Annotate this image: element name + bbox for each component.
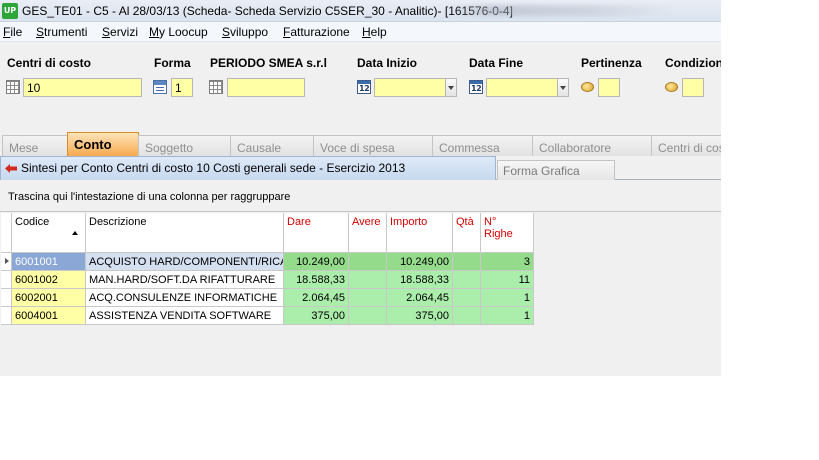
- menu-help[interactable]: Help: [362, 25, 387, 39]
- cell-righe[interactable]: 3: [481, 253, 534, 271]
- cell-dare[interactable]: 10.249,00: [284, 253, 349, 271]
- cell-descrizione[interactable]: MAN.HARD/SOFT.DA RIFATTURARE: [86, 271, 284, 289]
- cell-importo[interactable]: 2.064,45: [387, 289, 453, 307]
- group-by-panel[interactable]: Trascina qui l'intestazione di una colon…: [0, 181, 721, 211]
- row-selector[interactable]: [1, 307, 12, 325]
- subtab-sintesi[interactable]: Sintesi per Conto Centri di costo 10 Cos…: [0, 156, 496, 180]
- cell-dare[interactable]: 375,00: [284, 307, 349, 325]
- condizioni-field[interactable]: [682, 78, 704, 97]
- column-header-codice[interactable]: Codice: [12, 213, 86, 253]
- cell-codice[interactable]: 6002001: [12, 289, 86, 307]
- menu-file[interactable]: File: [3, 25, 22, 39]
- sort-ascending-icon: [72, 231, 78, 235]
- tab-collaboratore[interactable]: Collaboratore: [532, 135, 652, 156]
- data-inizio-field[interactable]: [374, 78, 446, 97]
- form-icon[interactable]: [153, 80, 167, 94]
- application-window: UP GES_TE01 - C5 - Al 28/03/13 (Scheda- …: [0, 0, 721, 376]
- subtab-forma-grafica[interactable]: Forma Grafica: [497, 160, 615, 180]
- cell-righe[interactable]: 11: [481, 271, 534, 289]
- calendar-icon[interactable]: 12: [357, 80, 371, 94]
- data-inizio-label: Data Inizio: [357, 56, 418, 70]
- cell-qta[interactable]: [453, 253, 481, 271]
- forma-label: Forma: [154, 56, 191, 70]
- pertinenza-field[interactable]: [598, 78, 620, 97]
- cell-dare[interactable]: 2.064,45: [284, 289, 349, 307]
- cell-dare[interactable]: 18.588,33: [284, 271, 349, 289]
- column-header-righe-line2: Righe: [484, 228, 513, 240]
- tab-conto[interactable]: Conto: [67, 132, 139, 156]
- centri-di-costo-field[interactable]: 10: [23, 78, 142, 97]
- calendar-day-text: 12: [471, 84, 482, 93]
- menu-strumenti[interactable]: Strumenti: [36, 25, 87, 39]
- menu-bar: File Strumenti Servizi My Loocup Svilupp…: [0, 22, 721, 42]
- cell-codice[interactable]: 6001002: [12, 271, 86, 289]
- title-bar: UP GES_TE01 - C5 - Al 28/03/13 (Scheda- …: [0, 0, 721, 22]
- window-title: GES_TE01 - C5 - Al 28/03/13 (Scheda- Sch…: [22, 4, 513, 18]
- app-icon: UP: [2, 3, 18, 19]
- current-row-indicator-icon: [5, 258, 9, 264]
- periodo-label: PERIODO SMEA s.r.l: [210, 56, 327, 70]
- cell-qta[interactable]: [453, 271, 481, 289]
- column-header-descrizione[interactable]: Descrizione: [86, 213, 284, 253]
- data-fine-field[interactable]: [486, 78, 558, 97]
- red-arrow-icon: [5, 164, 17, 173]
- tab-causale[interactable]: Causale: [230, 135, 314, 156]
- tab-soggetto[interactable]: Soggetto: [138, 135, 231, 156]
- cell-importo[interactable]: 375,00: [387, 307, 453, 325]
- condizioni-label: Condizioni: [665, 56, 721, 70]
- cell-qta[interactable]: [453, 307, 481, 325]
- row-selector[interactable]: [1, 289, 12, 307]
- row-selector-header: [1, 213, 12, 253]
- blurred-title-segment: [445, 5, 675, 16]
- coin-icon[interactable]: [581, 82, 594, 92]
- cell-qta[interactable]: [453, 289, 481, 307]
- subtab-bar: Sintesi per Conto Centri di costo 10 Cos…: [0, 156, 721, 180]
- centri-di-costo-label: Centri di costo: [7, 56, 92, 70]
- data-fine-label: Data Fine: [469, 56, 524, 70]
- tab-voce-di-spesa[interactable]: Voce di spesa: [313, 135, 433, 156]
- forma-field[interactable]: 1: [171, 78, 193, 97]
- menu-fatturazione[interactable]: Fatturazione: [283, 25, 350, 39]
- cell-importo[interactable]: 18.588,33: [387, 271, 453, 289]
- cell-righe[interactable]: 1: [481, 307, 534, 325]
- column-header-avere[interactable]: Avere: [349, 213, 387, 253]
- column-header-dare[interactable]: Dare: [284, 213, 349, 253]
- grid-lookup-icon[interactable]: [209, 80, 223, 94]
- subtab-sintesi-label: Sintesi per Conto Centri di costo 10 Cos…: [21, 161, 406, 175]
- column-header-qta[interactable]: Qtà: [453, 213, 481, 253]
- column-header-importo[interactable]: Importo: [387, 213, 453, 253]
- calendar-icon[interactable]: 12: [469, 80, 483, 94]
- menu-sviluppo[interactable]: Sviluppo: [222, 25, 268, 39]
- menu-servizi[interactable]: Servizi: [102, 25, 138, 39]
- grid-lookup-icon[interactable]: [6, 80, 20, 94]
- column-header-righe[interactable]: N° Righe: [481, 213, 534, 253]
- cell-descrizione[interactable]: ASSISTENZA VENDITA SOFTWARE: [86, 307, 284, 325]
- tab-strip: Mese Conto Soggetto Causale Voce di spes…: [0, 132, 721, 156]
- cell-righe[interactable]: 1: [481, 289, 534, 307]
- periodo-field[interactable]: [227, 78, 305, 97]
- group-by-hint: Trascina qui l'intestazione di una colon…: [8, 191, 291, 203]
- cell-importo[interactable]: 10.249,00: [387, 253, 453, 271]
- tab-centri-di-costo[interactable]: Centri di costo: [651, 135, 721, 156]
- row-selector[interactable]: [1, 253, 12, 271]
- cell-avere[interactable]: [349, 289, 387, 307]
- cell-avere[interactable]: [349, 271, 387, 289]
- tab-commessa[interactable]: Commessa: [432, 135, 533, 156]
- cell-avere[interactable]: [349, 253, 387, 271]
- row-selector[interactable]: [1, 271, 12, 289]
- menu-my-loocup[interactable]: My Loocup: [149, 25, 208, 39]
- tab-mese[interactable]: Mese: [2, 135, 68, 156]
- calendar-day-text: 12: [359, 84, 370, 93]
- column-header-righe-line1: N°: [484, 216, 497, 228]
- cell-avere[interactable]: [349, 307, 387, 325]
- data-inizio-dropdown-button[interactable]: [445, 78, 457, 97]
- column-header-codice-label: Codice: [15, 216, 50, 228]
- data-fine-dropdown-button[interactable]: [557, 78, 569, 97]
- cell-descrizione[interactable]: ACQ.CONSULENZE INFORMATICHE: [86, 289, 284, 307]
- pertinenza-label: Pertinenza: [581, 56, 642, 70]
- cell-descrizione[interactable]: ACQUISTO HARD/COMPONENTI/RICAMBI: [86, 253, 284, 271]
- cell-codice[interactable]: 6004001: [12, 307, 86, 325]
- coin-icon[interactable]: [665, 82, 678, 92]
- cell-codice[interactable]: 6001001: [12, 253, 86, 271]
